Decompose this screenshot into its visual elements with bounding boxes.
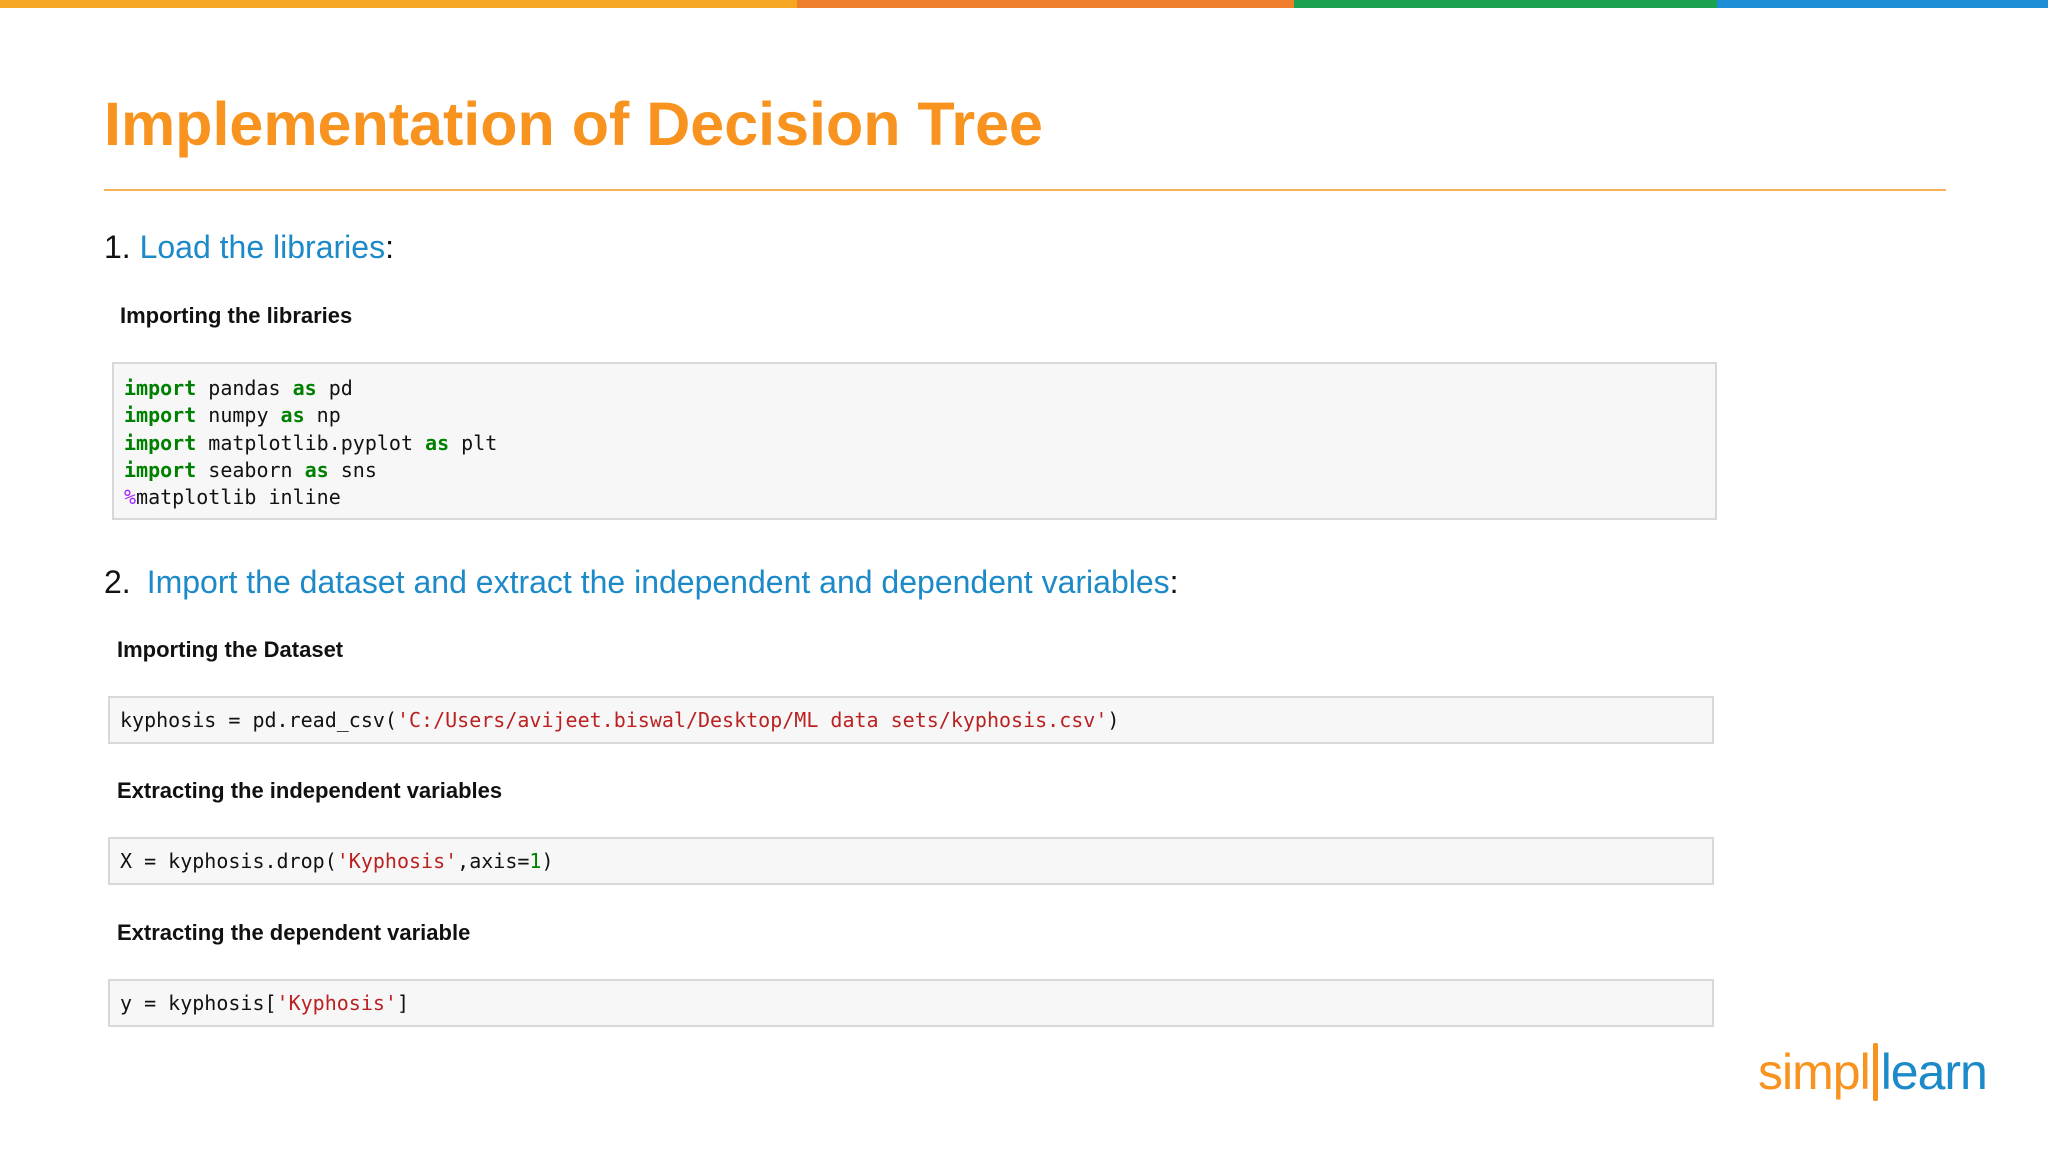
keyword-import: import [124, 403, 197, 428]
step-2-heading: 2. Import the dataset and extract the ind… [104, 562, 1179, 602]
logo-text-learn: learn [1880, 1044, 1988, 1100]
step-2-suffix: : [1169, 564, 1179, 600]
code-cell-select-target[interactable]: y = kyphosis['Kyphosis'] [108, 979, 1714, 1027]
accent-segment-green [1294, 0, 1717, 8]
magic-command: matplotlib inline [136, 485, 341, 510]
step-1-link[interactable]: Load the libraries [140, 229, 385, 265]
code-line: import pandas as pd [124, 375, 1705, 402]
simplilearn-logo: simpl learn [1758, 1040, 1990, 1116]
slide-title: Implementation of Decision Tree [104, 90, 1043, 158]
step-2-number: 2. [104, 564, 131, 600]
top-accent-bar [0, 0, 2048, 8]
code-line: import seaborn as sns [124, 457, 1705, 484]
step-2-link[interactable]: Import the dataset and extract the indep… [147, 564, 1170, 600]
module-name: pandas [196, 376, 293, 400]
keyword-as: as [425, 430, 450, 455]
code-cell-drop[interactable]: X = kyphosis.drop('Kyphosis',axis=1) [108, 837, 1714, 885]
code-text: ) [1107, 708, 1120, 732]
step-1-suffix: : [385, 229, 394, 265]
code-text: X = kyphosis.drop( [120, 849, 337, 873]
code-string: 'Kyphosis' [336, 849, 458, 873]
logo-i-bar [1872, 1043, 1878, 1101]
code-text: ] [396, 991, 410, 1015]
module-name: numpy [196, 403, 281, 428]
code-line-magic: %matplotlib inline [124, 484, 1705, 511]
module-alias: pd [316, 376, 353, 400]
step-1-heading: 1. Load the libraries: [104, 227, 394, 267]
keyword-as: as [292, 376, 317, 400]
magic-symbol: % [124, 485, 137, 510]
accent-segment-yellow [0, 0, 797, 8]
logo-text-simpl: simpl [1758, 1044, 1871, 1100]
keyword-as: as [304, 457, 329, 482]
importing-dataset-label: Importing the Dataset [117, 637, 344, 662]
title-divider [104, 189, 1946, 191]
code-text: ,axis= [457, 849, 530, 873]
code-text: y = kyphosis[ [120, 991, 277, 1015]
step-1-number: 1. [104, 229, 131, 265]
dependent-variable-label: Extracting the dependent variable [117, 920, 471, 945]
code-text: kyphosis = pd.read_csv( [120, 708, 397, 732]
code-text: ) [541, 849, 554, 873]
code-line: import matplotlib.pyplot as plt [124, 430, 1705, 457]
code-line: import numpy as np [124, 402, 1705, 429]
module-name: seaborn [196, 457, 305, 482]
code-string: 'Kyphosis' [276, 991, 397, 1015]
importing-libraries-label: Importing the libraries [120, 303, 353, 328]
keyword-import: import [124, 430, 197, 455]
keyword-as: as [280, 403, 305, 428]
code-cell-read-csv[interactable]: kyphosis = pd.read_csv('C:/Users/avijeet… [108, 696, 1714, 744]
accent-segment-blue [1717, 0, 2048, 8]
keyword-import: import [124, 376, 197, 400]
accent-segment-orange [797, 0, 1294, 8]
code-string: 'C:/Users/avijeet.biswal/Desktop/ML data… [396, 708, 1108, 732]
module-alias: np [304, 403, 341, 428]
independent-variables-label: Extracting the independent variables [117, 778, 503, 803]
module-name: matplotlib.pyplot [196, 430, 426, 455]
module-alias: plt [449, 430, 498, 455]
code-cell-import-libraries[interactable]: import pandas as pd import numpy as np imp… [112, 362, 1717, 520]
module-alias: sns [328, 457, 377, 482]
code-number: 1 [529, 849, 542, 873]
keyword-import: import [124, 457, 197, 482]
